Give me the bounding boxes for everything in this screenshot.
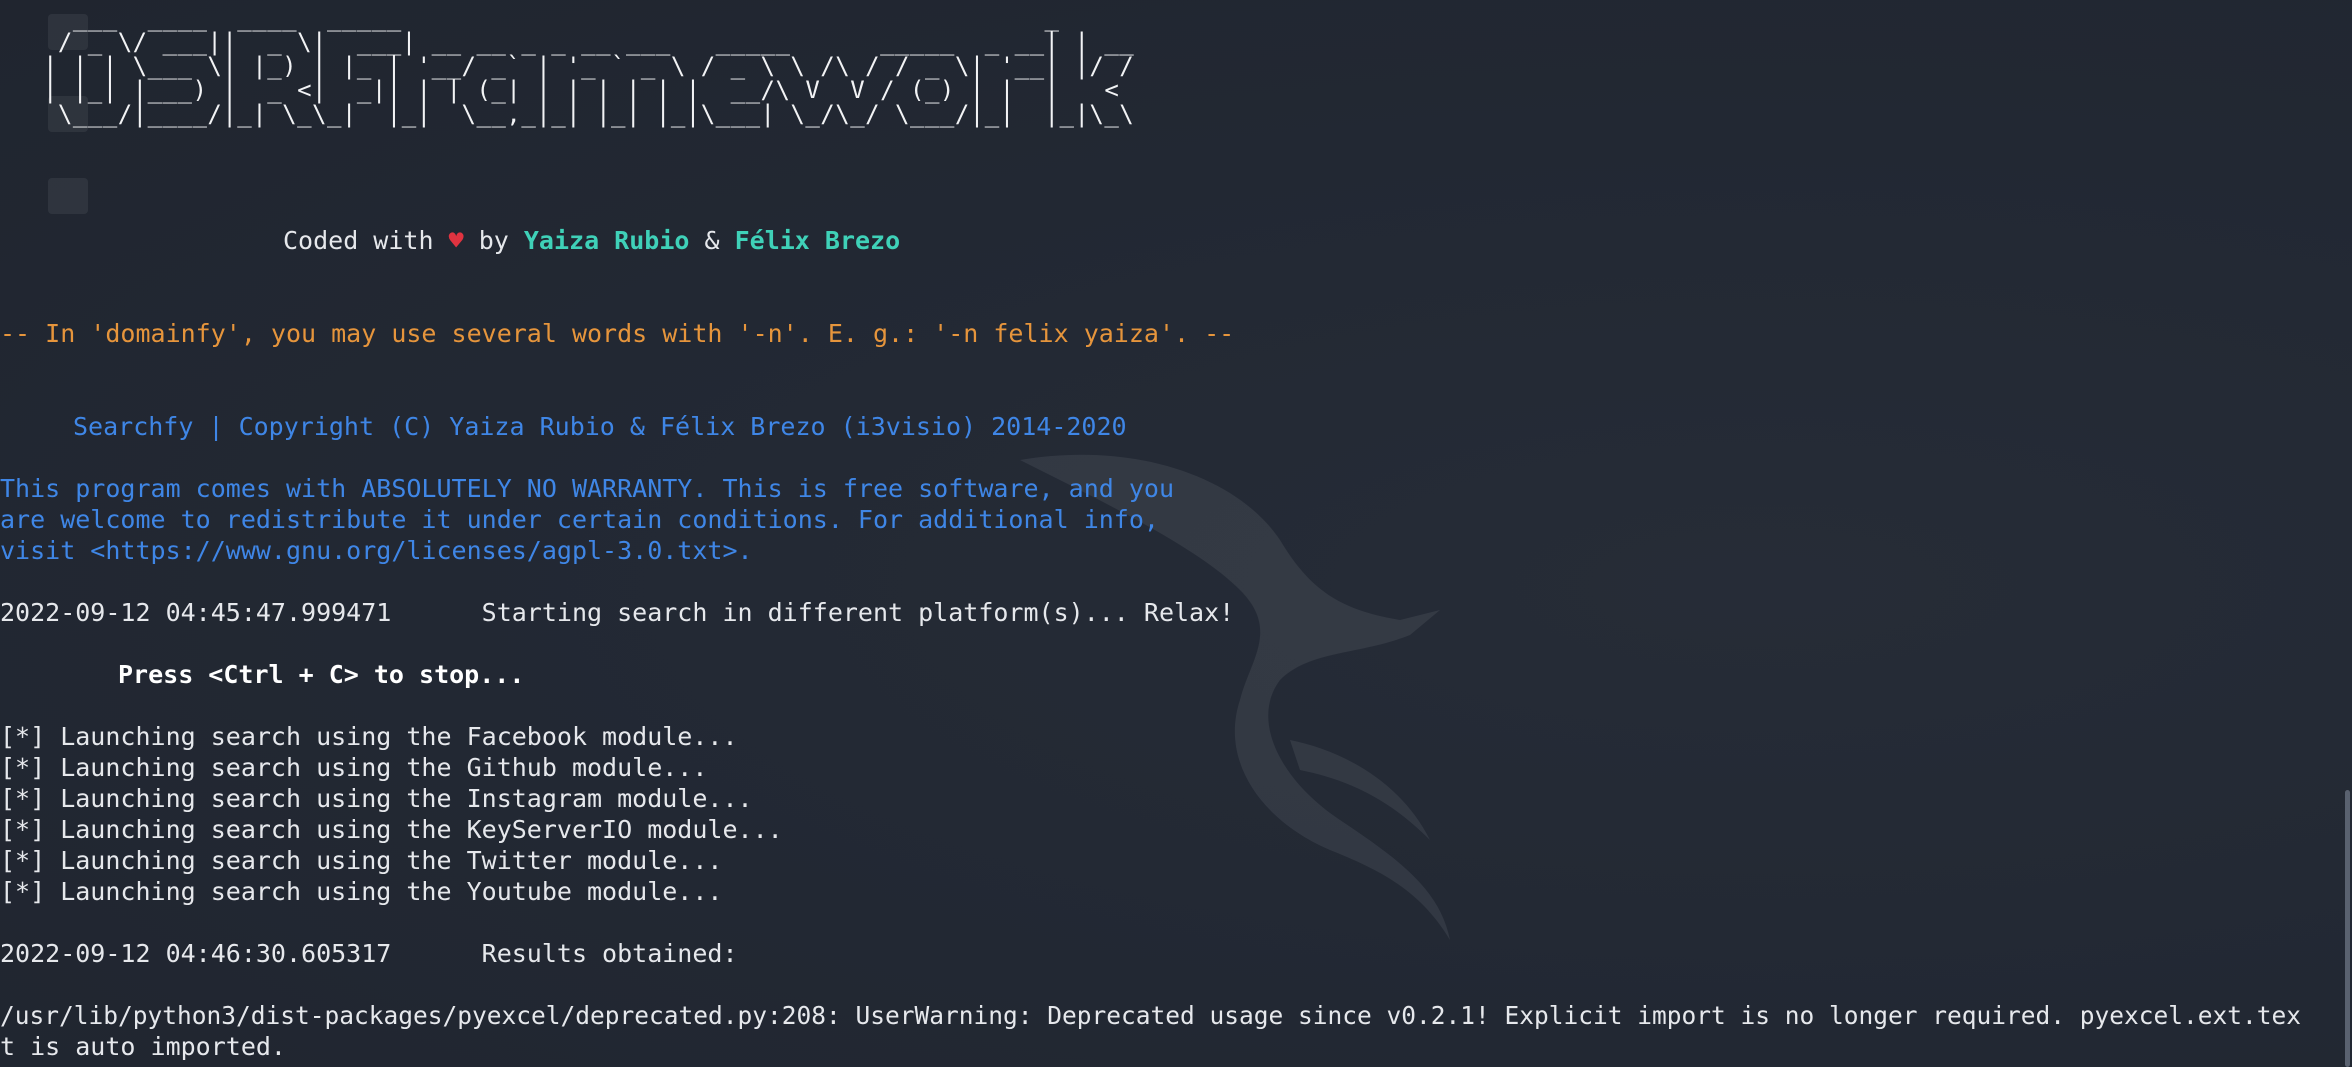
terminal-window[interactable]: ___ ____ ____ _____ _ / _ \/ ___|| _ \| … — [0, 0, 2352, 1067]
author-yaiza: Yaiza Rubio — [523, 226, 690, 255]
license-line-3: visit <https://www.gnu.org/licenses/agpl… — [0, 536, 753, 565]
credit-amp: & — [689, 226, 735, 255]
credit-line: Coded with ♥ by Yaiza Rubio & Félix Brez… — [283, 225, 900, 256]
osrframework-ascii-logo: ___ ____ ____ _____ _ / _ \/ ___|| _ \| … — [42, 4, 1135, 128]
credit-prefix: Coded with — [283, 226, 449, 255]
module-line: [*] Launching search using the Instagram… — [0, 784, 753, 813]
domainfy-tip: -- In 'domainfy', you may use several wo… — [0, 319, 1235, 348]
module-line: [*] Launching search using the Twitter m… — [0, 846, 723, 875]
scrollbar-thumb[interactable] — [2345, 790, 2350, 1067]
home-folder-icon — [48, 178, 88, 214]
heart-icon: ♥ — [448, 226, 464, 255]
credit-by: by — [463, 226, 524, 255]
press-stop-hint: Press <Ctrl + C> to stop... — [118, 660, 525, 689]
license-line-2: are welcome to redistribute it under cer… — [0, 505, 1159, 534]
results-obtained-line: 2022-09-12 04:46:30.605317 Results obtai… — [0, 939, 738, 968]
warning-line-2: t is auto imported. — [0, 1032, 286, 1061]
module-line: [*] Launching search using the Youtube m… — [0, 877, 723, 906]
author-felix: Félix Brezo — [734, 226, 901, 255]
module-line: [*] Launching search using the Github mo… — [0, 753, 708, 782]
license-line-1: This program comes with ABSOLUTELY NO WA… — [0, 474, 1174, 503]
search-start-line: 2022-09-12 04:45:47.999471 Starting sear… — [0, 598, 1235, 627]
module-line: [*] Launching search using the KeyServer… — [0, 815, 783, 844]
warning-line-1: /usr/lib/python3/dist-packages/pyexcel/d… — [0, 1001, 2302, 1030]
copyright-line: Searchfy | Copyright (C) Yaiza Rubio & F… — [73, 412, 1127, 441]
module-line: [*] Launching search using the Facebook … — [0, 722, 738, 751]
scrollbar-track[interactable] — [2344, 0, 2352, 1067]
